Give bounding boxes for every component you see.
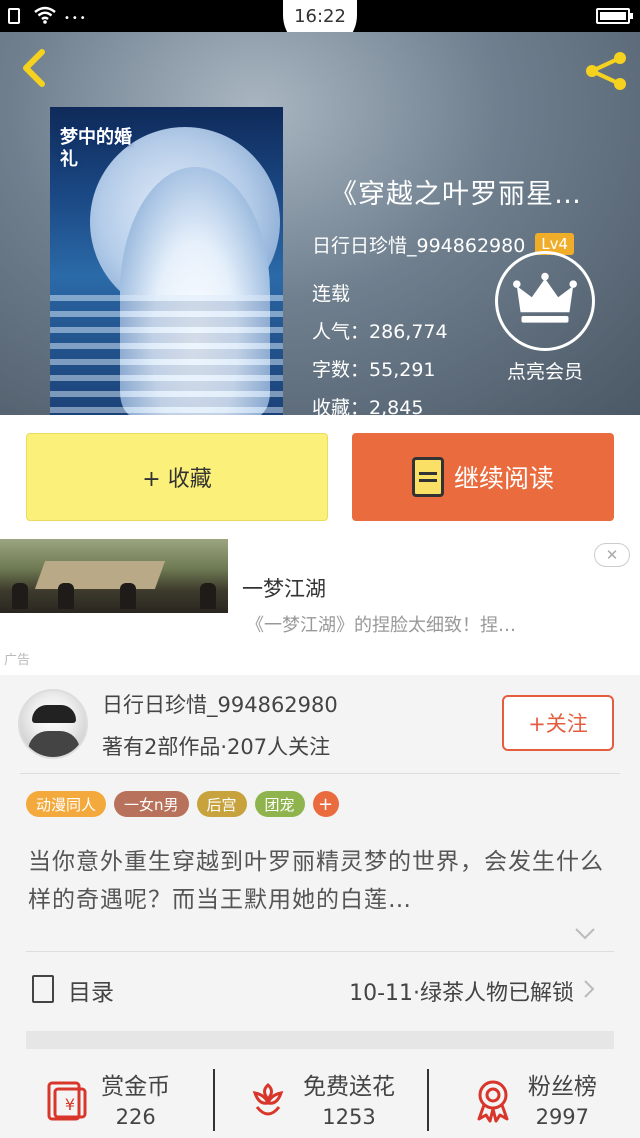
book-icon xyxy=(411,457,444,497)
author-avatar[interactable] xyxy=(18,689,88,759)
tag[interactable]: 动漫同人 xyxy=(26,791,107,817)
tag[interactable]: 团宠 xyxy=(254,791,305,817)
divider xyxy=(20,773,620,774)
back-button[interactable] xyxy=(14,46,54,90)
catalog-icon xyxy=(32,975,54,1003)
share-button[interactable] xyxy=(582,50,630,92)
cover-title: 梦中的婚礼 xyxy=(60,127,132,170)
collect-button[interactable]: + 收藏 xyxy=(26,433,328,521)
reward-value: 226 xyxy=(115,1105,156,1129)
reward-fan-ranking[interactable]: 粉丝榜 2997 xyxy=(426,1063,640,1138)
word-count-line: 字数：55,291 xyxy=(312,351,448,389)
reward-label: 粉丝榜 xyxy=(527,1074,597,1100)
author-section: 日行日珍惜_994862980 著有2部作品·207人关注 +关注 动漫同人 一… xyxy=(0,675,640,1138)
cover-stairs xyxy=(50,295,283,415)
vip-label: 点亮会员 xyxy=(506,361,583,383)
chevron-down-icon[interactable] xyxy=(574,927,596,941)
wifi-icon xyxy=(34,6,56,24)
popularity-value: 286,774 xyxy=(369,321,448,343)
reward-free-flower[interactable]: 免费送花 1253 xyxy=(213,1063,426,1138)
reward-bar: ¥ 赏金币 226 免费送花 1253 粉丝榜 2997 xyxy=(0,1063,640,1138)
book-header: 梦中的婚礼 《穿越之叶罗丽星… 日行日珍惜_994862980 Lv4 连载 人… xyxy=(0,32,640,419)
latest-chapter: 10-11·绿茶人物已解锁 xyxy=(349,981,574,1006)
word-count-value: 55,291 xyxy=(369,359,436,381)
tag[interactable]: 一女n男 xyxy=(114,791,189,817)
book-status: 连载 xyxy=(312,283,351,305)
reward-gold-coin[interactable]: ¥ 赏金币 226 xyxy=(0,1063,213,1138)
reward-value: 1253 xyxy=(322,1105,376,1129)
reward-label: 免费送花 xyxy=(302,1074,395,1100)
chevron-right-icon xyxy=(584,980,595,998)
add-tag-button[interactable]: + xyxy=(312,791,339,817)
reward-label: 赏金币 xyxy=(101,1074,171,1100)
catalog-row[interactable]: 目录 10-11·绿茶人物已解锁 xyxy=(26,965,614,1015)
ad-banner[interactable]: 一梦江湖 《一梦江湖》的捏脸太细致！捏… ✕ 广告 xyxy=(0,537,640,675)
battery-icon xyxy=(596,8,633,24)
svg-text:¥: ¥ xyxy=(65,1095,75,1114)
book-info: 连载 人气：286,774 字数：55,291 收藏：2,845 xyxy=(312,275,448,427)
ad-close-button[interactable]: ✕ xyxy=(594,543,630,567)
book-detail-page: ••• 16:22 梦中的婚礼 《穿越之叶罗丽星… 日行日珍惜_99486298… xyxy=(0,0,640,1138)
flower-icon xyxy=(252,1083,284,1116)
catalog-label: 目录 xyxy=(68,980,114,1006)
word-count-label: 字数： xyxy=(312,359,370,381)
continue-reading-button[interactable]: 继续阅读 xyxy=(352,433,614,521)
dots-icon: ••• xyxy=(64,13,88,24)
vip-button[interactable]: 点亮会员 xyxy=(490,251,600,384)
ad-tag: 广告 xyxy=(4,653,31,668)
ad-title: 一梦江湖 xyxy=(242,577,326,601)
divider xyxy=(26,951,614,952)
popularity-line: 人气：286,774 xyxy=(312,313,448,351)
red-envelope-icon: ¥ xyxy=(47,1081,87,1121)
author-name[interactable]: 日行日珍惜_994862980 xyxy=(102,689,338,719)
crown-icon xyxy=(495,251,595,351)
tag-list: 动漫同人 一女n男 后宫 团宠 + xyxy=(26,791,339,817)
status-bar: ••• 16:22 xyxy=(0,0,640,52)
follow-button[interactable]: +关注 xyxy=(502,695,614,751)
book-cover[interactable]: 梦中的婚礼 xyxy=(50,107,283,415)
book-title: 《穿越之叶罗丽星… xyxy=(330,179,582,210)
sim-icon xyxy=(8,8,20,24)
action-bar: + 收藏 继续阅读 xyxy=(0,415,640,537)
ad-description: 《一梦江湖》的捏脸太细致！捏… xyxy=(246,615,516,636)
section-divider xyxy=(26,1031,614,1049)
popularity-label: 人气： xyxy=(312,321,370,343)
tag[interactable]: 后宫 xyxy=(196,791,247,817)
ad-image xyxy=(0,539,228,613)
continue-reading-label: 继续阅读 xyxy=(453,464,554,493)
medal-icon xyxy=(477,1080,509,1123)
synopsis: 当你意外重生穿越到叶罗丽精灵梦的世界，会发生什么样的奇遇呢？而当王默用她的白莲… xyxy=(28,849,604,913)
author-stats: 著有2部作品·207人关注 xyxy=(102,735,331,759)
reward-value: 2997 xyxy=(535,1105,590,1129)
